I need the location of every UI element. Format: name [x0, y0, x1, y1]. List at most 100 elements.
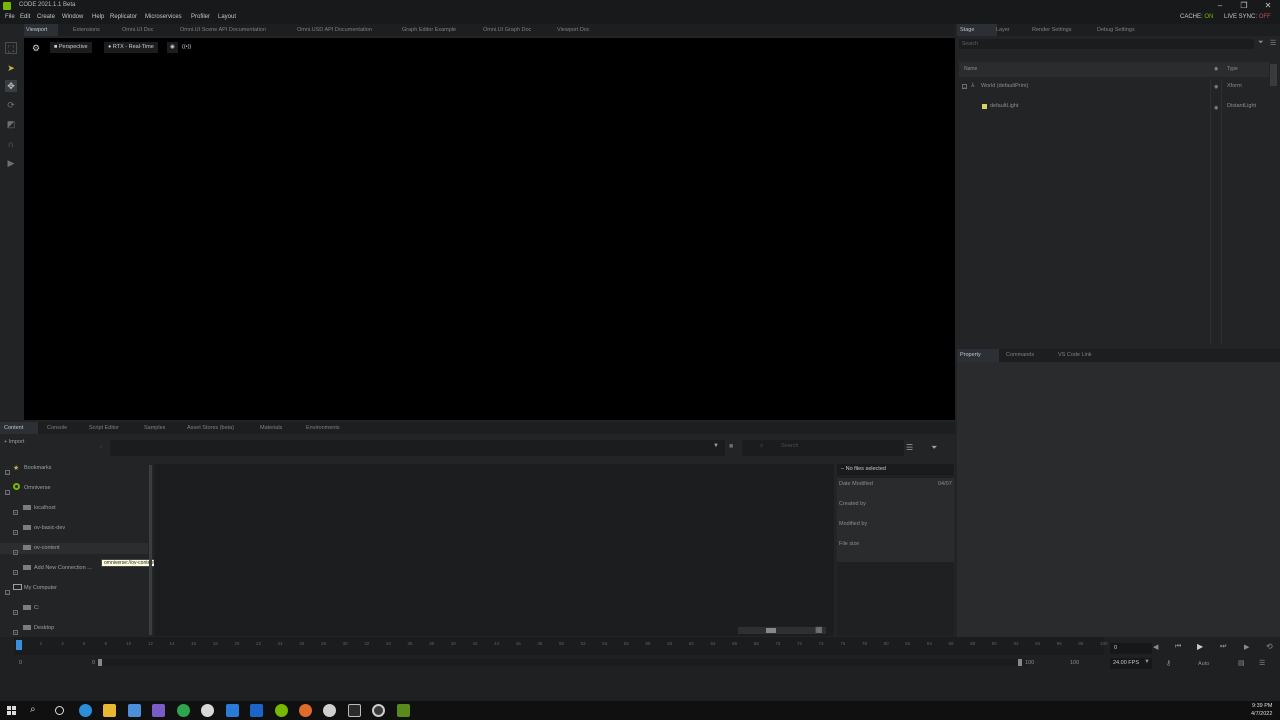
path-dropdown-icon[interactable]: ▼ — [713, 443, 719, 449]
taskbar-date[interactable]: 4/7/2022 — [1251, 711, 1272, 717]
menu-create[interactable]: Create — [37, 14, 55, 20]
playhead[interactable] — [16, 640, 22, 650]
current-frame-field[interactable]: 0 — [1110, 643, 1152, 654]
range-start[interactable]: 0 — [92, 660, 95, 666]
menu-replicator[interactable]: Replicator — [110, 14, 137, 20]
grid-view-icon[interactable]: ▦ — [815, 625, 823, 634]
tab-omni-ui-scene-api[interactable]: Omni.UI Scene API Documentation — [180, 24, 266, 36]
content-search[interactable]: ⌕ Search — [742, 440, 904, 456]
edge-icon[interactable] — [79, 704, 92, 717]
scale-icon[interactable]: ◩ — [5, 118, 17, 130]
range-handle-start[interactable] — [98, 659, 102, 666]
expand-toggle[interactable]: – — [5, 490, 10, 495]
tree-item-c-drive[interactable]: C: — [34, 605, 40, 611]
end-time[interactable]: 100 — [1070, 660, 1079, 666]
path-field[interactable] — [110, 440, 725, 456]
stage-search-input[interactable]: Search — [962, 41, 978, 47]
tree-item-my-computer[interactable]: My Computer — [24, 585, 57, 591]
omniverse-launcher-icon[interactable] — [372, 704, 385, 717]
tree-item-add-connection[interactable]: Add New Connection ... — [34, 565, 92, 571]
tab-stage[interactable]: Stage — [957, 24, 997, 36]
terminal-icon[interactable] — [348, 704, 361, 717]
tab-debug-settings[interactable]: Debug Settings — [1097, 24, 1135, 36]
tab-vs-code-link[interactable]: VS Code Link — [1058, 349, 1092, 362]
tab-omni-usd-api[interactable]: Omni.USD API Documentation — [297, 24, 372, 36]
expand-toggle[interactable]: + — [13, 570, 18, 575]
tree-splitter[interactable] — [149, 465, 152, 635]
content-search-input[interactable]: Search — [781, 443, 798, 449]
table-row[interactable]: – ⅄ World (defaultPrim) ◉ Xform — [959, 80, 1269, 92]
tab-viewport-doc[interactable]: Viewport Doc — [557, 24, 590, 36]
tab-script-editor[interactable]: Script Editor — [89, 422, 119, 434]
visibility-eye-icon[interactable]: ◉ — [1214, 105, 1218, 111]
expand-toggle[interactable]: – — [5, 590, 10, 595]
chrome-icon[interactable] — [201, 704, 214, 717]
step-back-icon[interactable]: ⏮ — [1175, 643, 1181, 651]
cache-value[interactable]: ON — [1204, 14, 1213, 20]
livesync-value[interactable]: OFF — [1259, 14, 1271, 20]
zoom-slider[interactable] — [738, 627, 826, 634]
expand-toggle[interactable]: + — [13, 610, 18, 615]
tab-samples[interactable]: Samples — [144, 422, 165, 434]
timeline-menu-icon[interactable]: ▤ — [1238, 659, 1245, 667]
tab-property[interactable]: Property — [957, 349, 999, 362]
broadcast-button[interactable]: ((•)) — [178, 42, 195, 53]
menu-microservices[interactable]: Microservices — [145, 14, 182, 20]
start-time[interactable]: 0 — [19, 660, 22, 666]
tree-item-localhost[interactable]: localhost — [34, 505, 56, 511]
key-icon[interactable]: ⚷ — [1166, 659, 1171, 667]
visibility-eye-icon[interactable]: ◉ — [1214, 84, 1218, 90]
tab-omni-ui-graph-doc[interactable]: Omni.UI Graph Doc — [483, 24, 531, 36]
app-icon[interactable] — [152, 704, 165, 717]
tab-environments[interactable]: Environments — [306, 422, 340, 434]
select-mode-icon[interactable]: ⛶ — [5, 42, 17, 54]
close-button[interactable]: ✕ — [1256, 0, 1280, 12]
minimize-button[interactable]: – — [1208, 0, 1232, 12]
tab-commands[interactable]: Commands — [1006, 349, 1034, 362]
store-icon[interactable] — [128, 704, 141, 717]
snap-icon[interactable]: ∩ — [5, 138, 17, 150]
taskbar-time[interactable]: 9:39 PM — [1252, 703, 1272, 709]
import-button[interactable]: + Import — [4, 439, 24, 445]
range-end[interactable]: 100 — [1025, 660, 1034, 666]
play-button-icon[interactable]: ▶ — [1197, 642, 1203, 651]
tab-console[interactable]: Console — [47, 422, 67, 434]
tab-materials[interactable]: Materials — [260, 422, 282, 434]
tree-item-ov-content[interactable]: ov-content — [34, 545, 60, 551]
tab-content[interactable]: Content — [0, 422, 38, 434]
stage-options-icon[interactable]: ☰ — [1270, 39, 1276, 47]
play-icon[interactable]: ▶ — [5, 157, 17, 169]
loop-icon[interactable]: ⟲ — [1266, 642, 1273, 651]
next-key-icon[interactable]: ▶ — [1244, 643, 1249, 651]
tree-item-omniverse[interactable]: Omniverse — [24, 485, 51, 491]
prev-key-icon[interactable]: ◀ — [1153, 643, 1158, 651]
menu-window[interactable]: Window — [62, 14, 83, 20]
expand-toggle[interactable]: + — [13, 510, 18, 515]
tree-item-desktop[interactable]: Desktop — [34, 625, 54, 631]
search-icon[interactable]: ⌕ — [30, 704, 36, 715]
chrome-alt-icon[interactable] — [323, 704, 336, 717]
menu-edit[interactable]: Edit — [20, 14, 30, 20]
menu-file[interactable]: File — [5, 14, 15, 20]
back-icon[interactable]: ‹ — [100, 444, 102, 451]
stage-search[interactable]: Search — [959, 39, 1254, 49]
move-icon[interactable]: ✥ — [5, 80, 17, 92]
vscode-icon[interactable] — [226, 704, 239, 717]
expand-toggle[interactable]: – — [5, 470, 10, 475]
tab-asset-stores[interactable]: Asset Stores (beta) — [187, 422, 234, 434]
tab-graph-editor-example[interactable]: Graph Editor Example — [402, 24, 456, 36]
rotate-icon[interactable]: ⟳ — [5, 99, 17, 111]
step-forward-icon[interactable]: ⏭ — [1220, 643, 1226, 651]
firefox-icon[interactable] — [299, 704, 312, 717]
tab-viewport[interactable]: Viewport — [24, 24, 58, 36]
file-explorer-icon[interactable] — [103, 704, 116, 717]
zoom-slider-handle[interactable] — [766, 628, 776, 633]
nvidia-icon[interactable] — [275, 704, 288, 717]
camera-button[interactable]: ■ Perspective — [50, 42, 92, 53]
file-list-area[interactable] — [154, 464, 834, 636]
tree-item-bookmarks[interactable]: Bookmarks — [24, 465, 52, 471]
stage-scrollbar[interactable] — [1270, 64, 1277, 86]
fps-select[interactable]: 24.00 FPS ▼ — [1110, 658, 1152, 669]
renderer-button[interactable]: ● RTX - Real-Time — [104, 42, 158, 53]
windows-start-icon[interactable] — [7, 706, 16, 715]
